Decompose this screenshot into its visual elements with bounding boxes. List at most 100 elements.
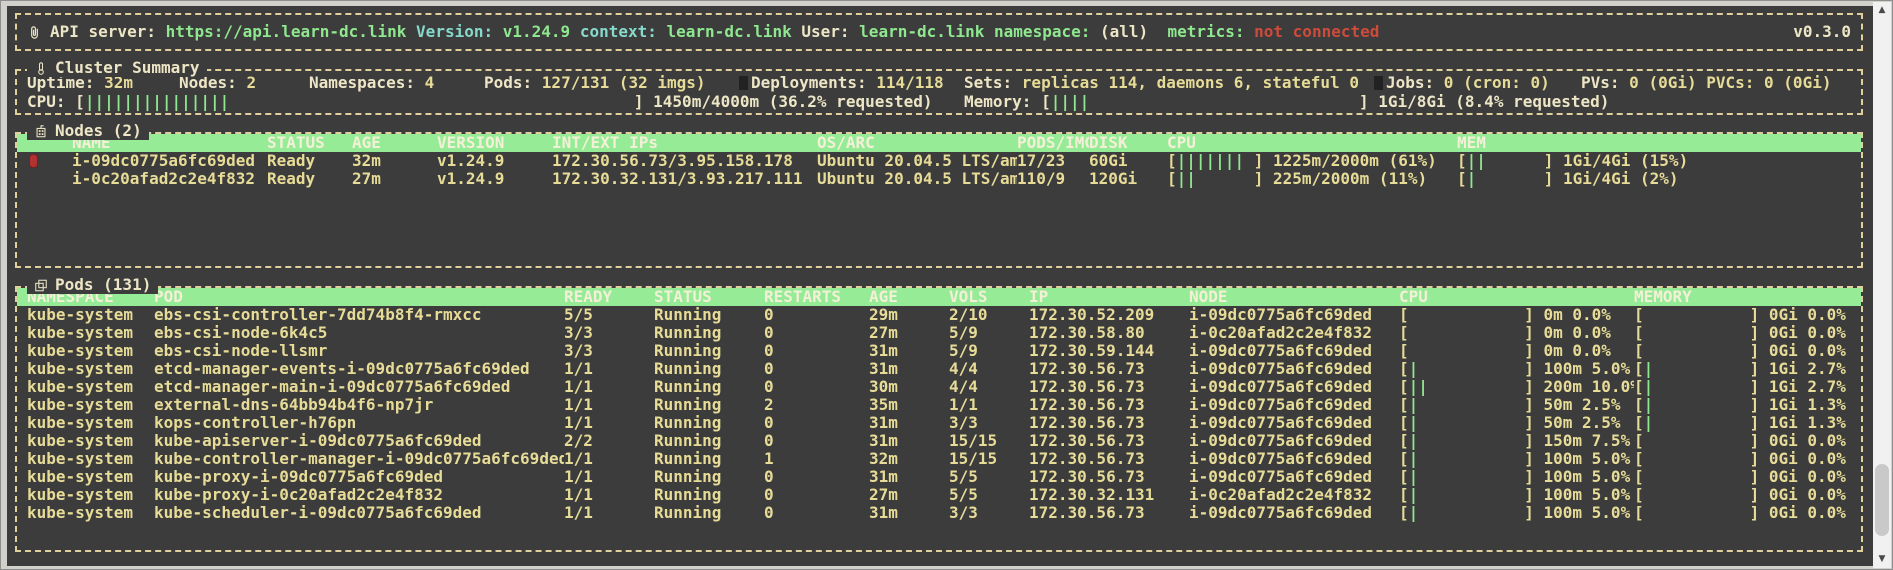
pod-memory-cell: [| ] 1Gi 2.7% <box>1634 360 1861 378</box>
gauge-close-bracket: ] <box>1749 360 1769 378</box>
node-version-cell: v1.24.9 <box>437 152 505 170</box>
pod-restarts-cell: 0 <box>764 486 774 504</box>
gauge-label: 0Gi 0.0% <box>1768 486 1846 504</box>
pod-status-cell: Running <box>654 306 722 324</box>
gauge-close-bracket: ] <box>1749 432 1769 450</box>
gauge-open-bracket: [ <box>1399 324 1409 342</box>
pod-ip-cell: 172.30.56.73 <box>1029 432 1145 450</box>
pod-node-cell: i-09dc0775a6fc69ded <box>1189 504 1373 522</box>
glyph-placeholder-icon <box>1374 76 1383 90</box>
stat-value: 4 <box>424 74 435 92</box>
gauge-close-bracket: ] <box>1749 324 1769 342</box>
gauge-bars <box>1644 324 1750 342</box>
scrollbar-up-button[interactable]: ▲ <box>1873 2 1891 19</box>
gauge-close-bracket: ] <box>1524 342 1544 360</box>
pod-status-cell: Running <box>654 414 722 432</box>
node-row[interactable]: i-0c20afad2c2e4f832 Ready 27m v1.24.9 172.30… <box>17 170 1861 188</box>
pod-row[interactable]: kube-system kube-proxy-i-0c20afad2c2e4f83… <box>17 486 1861 504</box>
column-header: CPU <box>1167 134 1196 152</box>
scrollbar-thumb[interactable] <box>1875 464 1889 536</box>
stat-label: Jobs: <box>1386 74 1444 92</box>
gauge-close-bracket: ] <box>1253 152 1273 170</box>
gauge-open-bracket: [ <box>1634 378 1644 396</box>
cluster-stat: Namespaces: 4 <box>309 74 484 93</box>
pod-cpu-cell: [| ] 100m 5.0% <box>1399 360 1634 378</box>
pod-namespace-cell: kube-system <box>27 468 133 486</box>
pod-name-cell: ebs-csi-node-6k4c5 <box>154 324 328 342</box>
pod-memory-cell: [ ] 0Gi 0.0% <box>1634 324 1861 342</box>
gauge-label: 1Gi/4Gi (2%) <box>1562 170 1679 188</box>
scrollbar-down-button[interactable]: ▼ <box>1873 551 1891 568</box>
gauge-label: 0Gi 0.0% <box>1768 450 1846 468</box>
pod-row[interactable]: kube-system ebs-csi-node-llsmr 3/3 Running 0… <box>17 342 1861 360</box>
cluster-memory-gauge: Memory: [|||| ] 1Gi/8Gi (8.4% requested) <box>964 93 1861 112</box>
gauge-close-bracket: ] <box>1749 378 1769 396</box>
gauge-label: 200m 10.0% <box>1543 378 1635 396</box>
gauge-label: 0Gi 0.0% <box>1768 342 1846 360</box>
cluster-stat: PVs: 0 (0Gi) PVCs: 0 (0Gi) <box>1581 74 1861 93</box>
scrollbar[interactable]: ▲ ▼ <box>1873 2 1891 568</box>
pod-row[interactable]: kube-system ebs-csi-controller-7dd74b8f4-… <box>17 306 1861 324</box>
column-header: MEM <box>1457 134 1486 152</box>
cluster-cpu-gauge: CPU: [||||||||||||||| ] 1450m/4000m (36.… <box>27 93 964 112</box>
pod-age-cell: 27m <box>869 324 898 342</box>
pod-row[interactable]: kube-system etcd-manager-main-i-09dc0775a… <box>17 378 1861 396</box>
node-version-cell: v1.24.9 <box>437 170 505 188</box>
pod-node-cell: i-09dc0775a6fc69ded <box>1189 378 1373 396</box>
pod-row[interactable]: kube-system kops-controller-h76pn 1/1 Runni… <box>17 414 1861 432</box>
gauge-open-bracket: [ <box>1399 450 1409 468</box>
column-header: VOLS <box>949 288 988 306</box>
gauge-bars: |||| <box>1050 93 1359 111</box>
gauge-open-bracket: [ <box>1457 170 1467 188</box>
pod-age-cell: 31m <box>869 432 898 450</box>
pod-row[interactable]: kube-system etcd-manager-events-i-09dc077… <box>17 360 1861 378</box>
gauge-close-bracket: ] <box>1524 468 1544 486</box>
gauge-label: 100m 5.0% <box>1543 360 1631 378</box>
pod-row[interactable]: kube-system external-dns-64bb94b4f6-np7jr… <box>17 396 1861 414</box>
pod-age-cell: 27m <box>869 486 898 504</box>
pod-vols-cell: 15/15 <box>949 450 998 468</box>
gauge-open-bracket: [ <box>1634 360 1644 378</box>
pod-memory-cell: [| ] 1Gi 1.3% <box>1634 414 1861 432</box>
column-header: NODE <box>1189 288 1228 306</box>
node-mem-gauge: [| ] 1Gi/4Gi (2%) <box>1457 170 1679 188</box>
gauge-bars: | <box>1408 486 1525 504</box>
gauge-open-bracket: [ <box>1634 468 1644 486</box>
gauge-close-bracket: ] <box>1524 450 1544 468</box>
pod-row[interactable]: kube-system ebs-csi-node-6k4c5 3/3 Running 0… <box>17 324 1861 342</box>
pod-vols-cell: 4/4 <box>949 378 978 396</box>
pod-ip-cell: 172.30.58.80 <box>1029 324 1145 342</box>
pod-ip-cell: 172.30.56.73 <box>1029 396 1145 414</box>
pod-name-cell: etcd-manager-events-i-09dc0775a6fc69ded <box>154 360 530 378</box>
pod-node-cell: i-09dc0775a6fc69ded <box>1189 468 1373 486</box>
pod-row[interactable]: kube-system kube-proxy-i-09dc0775a6fc69de… <box>17 468 1861 486</box>
pod-namespace-cell: kube-system <box>27 432 133 450</box>
stat-value: 2 <box>246 74 257 92</box>
pod-row[interactable]: kube-system kube-apiserver-i-09dc0775a6fc… <box>17 432 1861 450</box>
gauge-label: 1Gi 2.7% <box>1768 378 1846 396</box>
cluster-gauges: CPU: [||||||||||||||| ] 1450m/4000m (36.… <box>17 93 1861 112</box>
pod-row[interactable]: kube-system kube-controller-manager-i-09d… <box>17 450 1861 468</box>
node-row[interactable]: i-09dc0775a6fc69ded Ready 32m v1.24.9 172.30… <box>17 152 1861 170</box>
pod-restarts-cell: 0 <box>764 324 774 342</box>
pod-namespace-cell: kube-system <box>27 324 133 342</box>
pod-row[interactable]: kube-system kube-scheduler-i-09dc0775a6fc… <box>17 504 1861 522</box>
pod-name-cell: kube-proxy-i-0c20afad2c2e4f832 <box>154 486 443 504</box>
node-pods-imgs-cell: 110/9 <box>1017 170 1066 188</box>
gauge-bars: || <box>1408 378 1525 396</box>
pod-vols-cell: 5/5 <box>949 468 978 486</box>
column-header: IP <box>1029 288 1049 306</box>
pod-cpu-gauge: [| ] 100m 5.0% <box>1399 486 1630 504</box>
gauge-bars: ||||||| <box>1176 152 1254 170</box>
pod-cpu-cell: [ ] 0m 0.0% <box>1399 342 1634 360</box>
pod-cpu-cell: [| ] 50m 2.5% <box>1399 396 1634 414</box>
pod-restarts-cell: 2 <box>764 396 774 414</box>
gauge-label: 50m 2.5% <box>1543 396 1621 414</box>
stat-label: Namespaces: <box>309 74 425 92</box>
gauge-label: 0Gi 0.0% <box>1768 306 1846 324</box>
up-arrow-icon: ▲ <box>1878 5 1886 15</box>
gauge-close-bracket: ] <box>1524 306 1544 324</box>
gauge-open-bracket: [ <box>1634 342 1644 360</box>
status-segment: metrics: <box>1167 22 1255 41</box>
gauge-label: 1Gi/8Gi (8.4% requested) <box>1378 93 1610 111</box>
